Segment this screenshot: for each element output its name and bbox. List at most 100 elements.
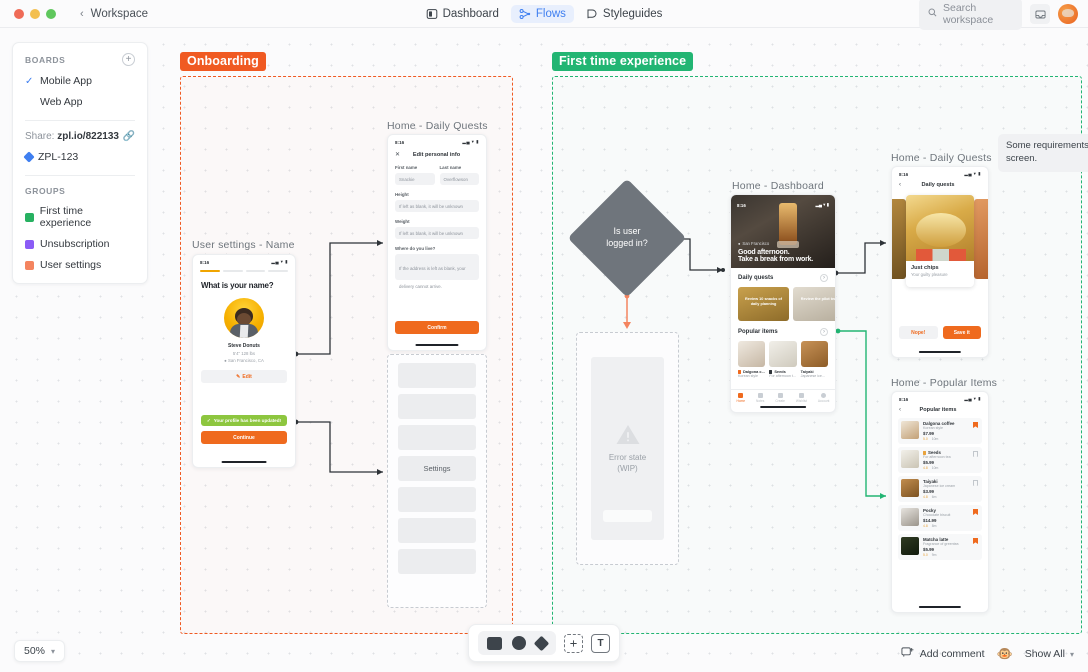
tab-styleguides[interactable]: Styleguides xyxy=(578,5,670,23)
left-sidebar[interactable]: BOARDS + ✓ Mobile App Web App Share: zpl… xyxy=(12,42,148,284)
quest-card[interactable]: Review 10 snacks of daily planning xyxy=(738,287,789,321)
profile-photo xyxy=(224,298,264,338)
status-time: 8:16 xyxy=(200,260,209,265)
height-input[interactable]: If left as blank, it will be unknown xyxy=(395,200,479,212)
diamond-icon[interactable] xyxy=(534,635,550,651)
tab-wishlist[interactable]: Wishlist xyxy=(796,393,807,403)
diamond-icon xyxy=(23,151,34,162)
first-name-input[interactable]: Snackie xyxy=(395,173,435,185)
bottom-right-tools: Add comment 🐵 Show All ▾ xyxy=(901,646,1074,662)
sidebar-group-user-settings[interactable]: User settings xyxy=(25,259,135,271)
quest-card-current[interactable]: Just chips Your guilty pleasure xyxy=(906,195,974,287)
sidebar-item-web-app[interactable]: Web App xyxy=(25,96,135,108)
sidebar-group-label: User settings xyxy=(40,259,101,271)
sidebar-item-mobile-app[interactable]: ✓ Mobile App xyxy=(25,75,135,87)
nope-button[interactable]: Nope! xyxy=(899,326,938,339)
link-icon[interactable]: 🔗 xyxy=(123,131,135,142)
artboard-home-dashboard[interactable]: 8:16 ▂▄ ▾ ▮ ● San Francisco Good afterno… xyxy=(730,194,836,413)
artboard-error-state[interactable]: Error state (WIP) xyxy=(576,332,679,565)
item-sub: Chocolate biscuit xyxy=(923,513,979,517)
add-comment-label: Add comment xyxy=(920,648,985,660)
flow-canvas[interactable]: Onboarding First time experience User se… xyxy=(0,28,1088,672)
quest-card-next[interactable] xyxy=(974,199,989,279)
crosshair-icon[interactable] xyxy=(564,634,583,653)
add-comment-button[interactable]: Add comment xyxy=(901,646,985,662)
shape-group[interactable] xyxy=(478,631,556,655)
artboard-edit-personal-info[interactable]: 8:16 ▂▄ ▾ ▮ ✕ Edit personal info First n… xyxy=(387,134,487,351)
divider xyxy=(25,120,135,121)
artboard-daily-quests[interactable]: 8:16 ▂▄ ▾ ▮ ‹ Daily quests Just chips Yo… xyxy=(891,166,989,358)
text-icon[interactable]: T xyxy=(591,634,610,653)
status-bar: 8:16 ▂▄ ▾ ▮ xyxy=(388,135,486,147)
sidebar-item-label: Mobile App xyxy=(40,75,92,87)
error-state-button-placeholder[interactable] xyxy=(603,510,652,522)
inbox-icon[interactable] xyxy=(1030,4,1050,24)
sidebar-group-label: Unsubscription xyxy=(40,238,109,250)
artboard-user-settings-name[interactable]: 8:16 ▂▄ ▾ ▮ What is your name? Steve Don… xyxy=(192,254,296,468)
list-item[interactable]: Pocky Chocolate biscuit $14.99 4.8 8m xyxy=(898,505,982,531)
weight-input[interactable]: If left as blank, it will be unknown xyxy=(395,227,479,239)
list-item[interactable]: Dalgona coffee Korean style $7.99 5.0 10… xyxy=(898,418,982,444)
confirm-button[interactable]: Confirm xyxy=(395,321,479,334)
tab-create[interactable]: Create xyxy=(775,393,785,403)
settings-row[interactable] xyxy=(398,394,476,419)
list-item[interactable]: Taiyaki Japanese ice cream $3.99 4.8 6m xyxy=(898,476,982,502)
error-state-line-1: Error state xyxy=(609,453,646,464)
settings-row[interactable] xyxy=(398,518,476,543)
home-indicator xyxy=(919,606,961,608)
tab-home[interactable]: Home xyxy=(737,393,746,403)
last-name-input[interactable]: Overflowson xyxy=(440,173,480,185)
popular-item-card[interactable]: Seeds For afternoon t... xyxy=(769,341,796,378)
square-icon[interactable] xyxy=(487,637,502,650)
tab-flows[interactable]: Flows xyxy=(511,5,574,23)
quest-card[interactable]: Review the pilot tea xyxy=(793,287,835,321)
share-row[interactable]: Share: zpl.io/822133 🔗 xyxy=(25,131,135,142)
settings-row-settings[interactable]: Settings xyxy=(398,456,476,481)
popular-item-sub: Korean style xyxy=(738,374,765,378)
popular-item-card[interactable]: Dalgona c... Korean style xyxy=(738,341,765,378)
item-thumbnail xyxy=(901,450,919,468)
arrow-right-circle-icon[interactable]: › xyxy=(820,328,828,336)
settings-row[interactable] xyxy=(398,487,476,512)
settings-row[interactable] xyxy=(398,425,476,450)
item-time: 6m xyxy=(932,495,937,499)
show-all-dropdown[interactable]: Show All ▾ xyxy=(1025,648,1074,660)
zoom-control[interactable]: 50% ▾ xyxy=(14,640,65,662)
project-tag[interactable]: ZPL-123 xyxy=(25,151,135,163)
group-first-time-experience-label[interactable]: First time experience xyxy=(552,52,693,71)
comment-bubble[interactable]: Some requirements the screen. xyxy=(998,134,1088,172)
weight-placeholder: If left as blank, it will be unknown xyxy=(399,231,463,236)
artboard-popular-items[interactable]: 8:16 ▂▄ ▾ ▮ ‹ Popular items Dalgona coff… xyxy=(891,391,989,613)
tab-notes[interactable]: Notes xyxy=(756,393,764,403)
edit-button[interactable]: ✎ Edit xyxy=(201,370,287,383)
tab-wishlist-label: Wishlist xyxy=(796,399,807,403)
field-label: Height xyxy=(395,192,479,197)
list-item[interactable]: Matcha latte Fragrance of greentea $5.99… xyxy=(898,534,982,560)
circle-icon[interactable] xyxy=(512,636,526,650)
avatar[interactable] xyxy=(1058,4,1078,24)
arrow-right-circle-icon[interactable]: › xyxy=(820,274,828,282)
plus-circle-icon[interactable]: + xyxy=(122,53,135,66)
quest-card-prev[interactable] xyxy=(891,199,906,279)
sidebar-group-first-time-experience[interactable]: First time experience xyxy=(25,205,135,229)
tab-account[interactable]: Account xyxy=(818,393,830,403)
name-question: What is your name? xyxy=(201,281,287,290)
group-onboarding-label[interactable]: Onboarding xyxy=(180,52,266,71)
address-input[interactable]: If the address is left as blank, your de… xyxy=(395,254,479,280)
check-circle-icon: ✓ xyxy=(207,418,211,424)
settings-row[interactable] xyxy=(398,549,476,574)
tab-dashboard[interactable]: Dashboard xyxy=(418,5,507,23)
popular-item-card[interactable]: Taiyaki Japanese ice... xyxy=(801,341,828,378)
item-price: $5.99 xyxy=(923,460,979,465)
save-it-button[interactable]: Save it xyxy=(943,326,982,339)
sidebar-group-unsubscription[interactable]: Unsubscription xyxy=(25,238,135,250)
shape-toolbar[interactable]: T xyxy=(468,624,620,662)
list-item[interactable]: Seeds For afternoon tea $5.99 4.8 10m xyxy=(898,447,982,473)
artboard-settings-skeleton[interactable]: Settings xyxy=(387,354,487,608)
settings-row[interactable] xyxy=(398,363,476,388)
search-input[interactable]: Search workspace xyxy=(919,0,1022,30)
divider xyxy=(25,175,135,176)
reaction-emoji[interactable]: 🐵 xyxy=(997,646,1013,662)
continue-button[interactable]: Continue xyxy=(201,431,287,444)
chevron-down-icon: ▾ xyxy=(1070,650,1074,659)
